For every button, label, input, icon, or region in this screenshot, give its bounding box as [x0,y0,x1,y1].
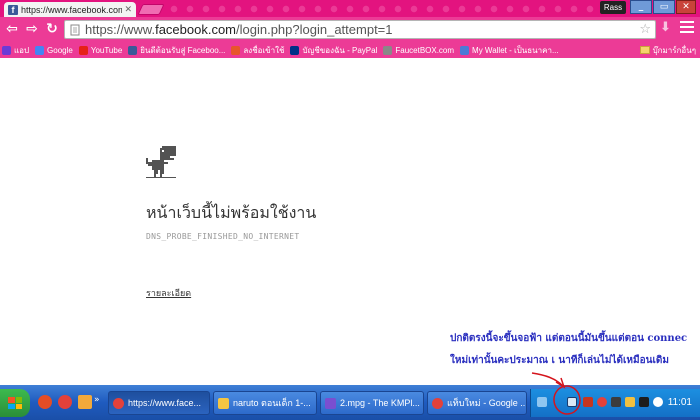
profile-button[interactable]: Rass [600,1,626,14]
tray-icon[interactable] [583,397,593,407]
maximize-button[interactable]: ▭ [653,0,675,14]
chrome-icon [432,397,443,409]
start-button[interactable] [0,389,30,417]
task-label: แท็บใหม่ - Google ... [447,398,527,408]
offline-dino-icon[interactable] [146,146,176,178]
bookmark-youtube[interactable]: YouTube [78,45,123,55]
bookmark-label: บัญชีของฉัน - PayPal [302,45,378,55]
tab-close-icon[interactable]: ✕ [124,4,132,15]
bookmark-label: ยินดีต้อนรับสู่ Faceboo... [140,45,226,55]
task-label: naruto ตอนเด็ก 1-... [233,398,311,408]
youtube-icon [78,45,88,55]
facebook-icon [128,45,138,55]
chrome-tray-icon[interactable] [597,397,607,407]
bookmark-star-icon[interactable]: ☆ [639,22,651,37]
bookmark-paypal[interactable]: บัญชีของฉัน - PayPal [290,44,377,57]
clock[interactable]: 11:01 [668,397,692,408]
tab-title: https://www.facebook.com/ [21,4,123,15]
back-button[interactable]: ⇦ [4,21,20,37]
quicklaunch-expand-icon[interactable]: » [94,395,102,409]
facebook-favicon-icon: f [8,4,18,15]
page-content: หน้าเว็บนี้ไม่พร้อมใช้งาน DNS_PROBE_FINI… [0,58,700,385]
taskbar-button-chrome[interactable]: https://www.face... [108,391,210,415]
bookmark-label: YouTube [90,45,123,55]
bookmark-apps[interactable]: แอป [2,44,29,57]
system-tray: 11:01 [530,389,700,417]
minimize-button[interactable]: _ [630,0,652,14]
windows-taskbar: » https://www.face... naruto ตอนเด็ก 1-.… [0,385,700,420]
task-label: https://www.face... [128,398,202,408]
annotation-text-line-1: ปกติตรงนี้จะขึ้นจอฟ้า แต่ตอนนี้มันขึ้นแต… [450,333,688,344]
url-host: facebook.com [155,22,237,37]
bookmark-label: Google [47,45,73,55]
annotation-text-line-2: ใหม่เท่านั้นคะประมาณ เ นาทีก็เล่นไม่ได้เ… [450,355,669,366]
apps-icon [2,45,11,55]
forward-button[interactable]: ⇨ [24,21,40,37]
network-icon[interactable] [567,397,577,407]
taskbar-button-kmplayer[interactable]: 2.mpg - The KMPl... [320,391,424,415]
browser-toolbar: ⇦ ⇨ ↻ https://www.facebook.com/login.php… [0,17,700,42]
folder-icon [639,46,650,54]
window-controls: _ ▭ ✕ [630,0,696,14]
folder-icon [218,397,229,409]
url-scheme: https://www. [85,22,156,37]
folder-quicklaunch-icon[interactable] [78,395,92,409]
bookmark-google[interactable]: Google [35,45,73,55]
chrome-quicklaunch-icon[interactable] [58,395,72,409]
menu-icon[interactable] [680,21,694,33]
bookmark-signin[interactable]: ลงชื่อเข้าใช้ [231,44,284,57]
url-text[interactable]: https://www.facebook.com/login.php?login… [85,22,393,37]
volume-icon[interactable] [639,397,649,407]
kmplayer-icon [325,397,336,409]
bookmark-facebook[interactable]: ยินดีต้อนรับสู่ Faceboo... [128,44,225,57]
google-icon [35,45,45,55]
browser-tab[interactable]: f https://www.facebook.com/ ✕ [4,2,136,17]
other-bookmarks[interactable]: บุ๊กมาร์กอื่นๆ [639,42,696,58]
tray-icon[interactable] [653,397,663,407]
firefox-quicklaunch-icon[interactable] [38,395,52,409]
bookmark-label: My Wallet - เป็นธนาคา... [472,45,559,55]
chrome-icon [113,397,124,409]
extension-download-icon[interactable]: ⬇ [660,20,671,35]
windows-logo-icon [8,397,22,409]
tray-icon[interactable] [537,397,547,407]
bookmark-mywallet[interactable]: My Wallet - เป็นธนาคา... [460,44,559,57]
screen: f https://www.facebook.com/ ✕ Rass _ ▭ ✕… [0,0,700,420]
tray-icon[interactable] [611,397,621,407]
bookmark-label: แอป [14,45,30,55]
bookmarks-bar: แอป Google YouTube ยินดีต้อนรับสู่ Faceb… [0,42,700,58]
taskbar-button-folder[interactable]: naruto ตอนเด็ก 1-... [213,391,317,415]
document-icon [70,24,80,35]
signin-icon [231,45,241,55]
bookmark-label: ลงชื่อเข้าใช้ [243,45,285,55]
url-path: /login.php?login_attempt=1 [236,22,393,37]
details-link[interactable]: รายละเอียด [146,286,191,300]
close-window-button[interactable]: ✕ [676,0,696,14]
wallet-icon [460,45,470,55]
bookmark-label: FaucetBOX.com [395,45,455,55]
paypal-icon [290,45,300,55]
other-bookmarks-label: บุ๊กมาร์กอื่นๆ [652,45,696,55]
faucetbox-icon [383,45,393,55]
tray-icon[interactable] [625,397,635,407]
browser-titlebar: f https://www.facebook.com/ ✕ Rass _ ▭ ✕ [0,0,700,17]
error-title: หน้าเว็บนี้ไม่พร้อมใช้งาน [146,203,317,222]
error-code: DNS_PROBE_FINISHED_NO_INTERNET [146,232,300,241]
reload-button[interactable]: ↻ [44,21,60,37]
theme-pattern [150,0,600,17]
address-bar[interactable]: https://www.facebook.com/login.php?login… [64,20,656,39]
task-label: 2.mpg - The KMPl... [340,398,420,408]
taskbar-button-newtab[interactable]: แท็บใหม่ - Google ... [427,391,527,415]
bookmark-faucetbox[interactable]: FaucetBOX.com [383,45,455,55]
